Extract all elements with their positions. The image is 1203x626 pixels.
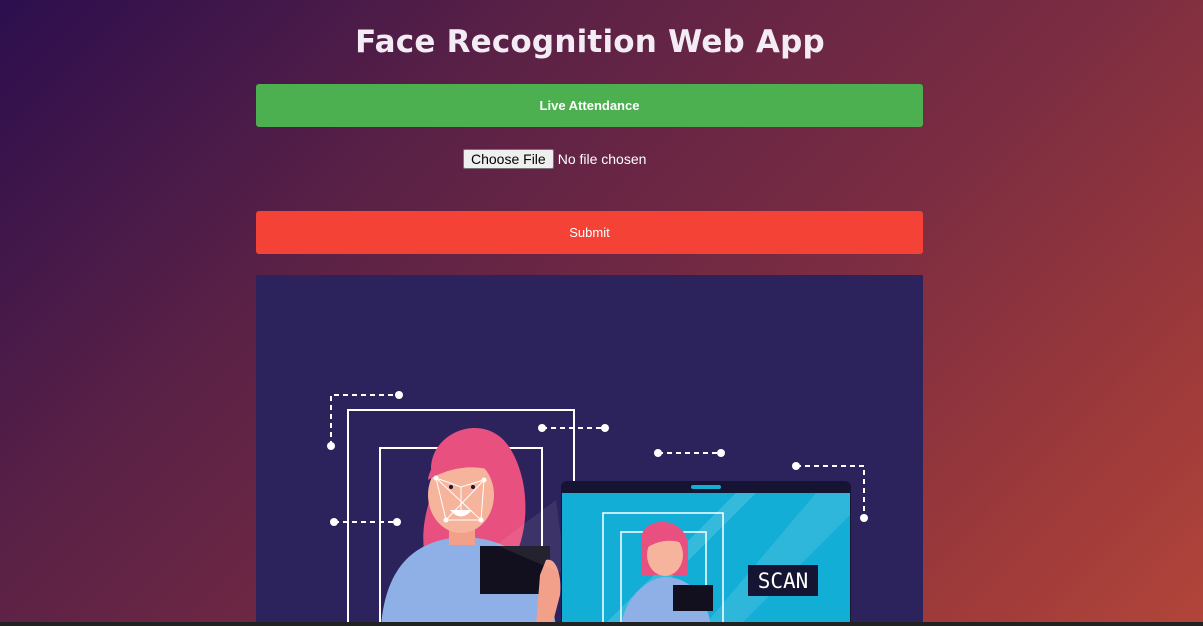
submit-button[interactable]: Submit bbox=[256, 211, 923, 254]
woman-figure bbox=[381, 427, 566, 626]
choose-file-button[interactable]: Choose File bbox=[463, 149, 554, 169]
page-title: Face Recognition Web App bbox=[355, 24, 825, 60]
hero-illustration: SCAN bbox=[256, 275, 923, 626]
laptop-figure: SCAN bbox=[561, 481, 851, 626]
file-status-text: No file chosen bbox=[557, 151, 647, 167]
face-scan-illustration: SCAN bbox=[327, 391, 868, 626]
scan-label: SCAN bbox=[758, 569, 809, 593]
file-input[interactable]: Choose File No file chosen bbox=[463, 149, 646, 169]
taskbar-edge bbox=[0, 622, 1203, 626]
live-attendance-button[interactable]: Live Attendance bbox=[256, 84, 923, 127]
